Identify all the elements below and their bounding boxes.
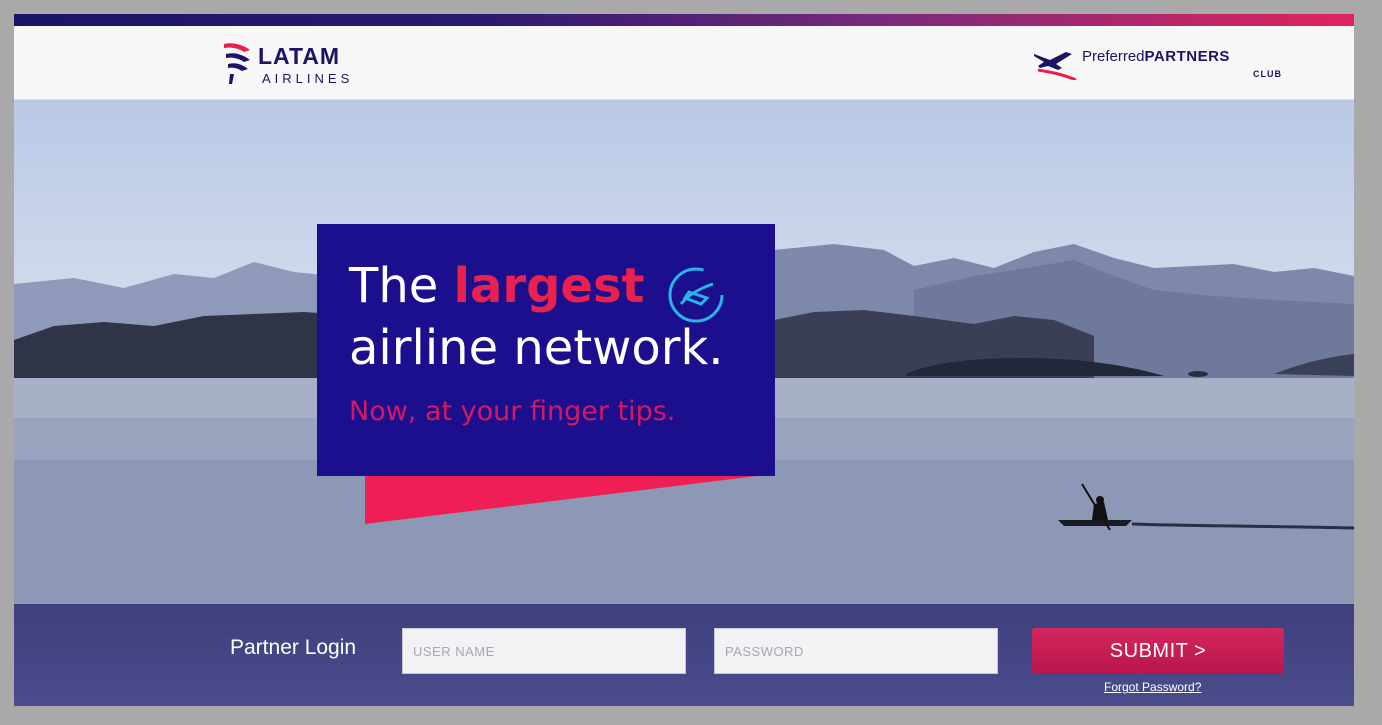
- partners-logo-club: CLUB: [1253, 69, 1282, 79]
- globe-plane-icon: [668, 267, 724, 323]
- partners-logo-main: PARTNERS: [1144, 48, 1230, 65]
- promo-headline-line2: airline network.: [349, 320, 724, 376]
- password-input[interactable]: [714, 628, 998, 674]
- top-gradient-bar: [14, 14, 1354, 26]
- partners-logo-text: PreferredPARTNERS: [1082, 48, 1230, 65]
- preferred-partners-logo[interactable]: PreferredPARTNERS CLUB: [1032, 44, 1282, 88]
- promo-headline-accent: largest: [453, 258, 645, 314]
- promo-headline-line1: The largest: [349, 258, 645, 314]
- latam-subtitle: AIRLINES: [262, 71, 354, 86]
- partner-login-label: Partner Login: [230, 636, 357, 659]
- submit-button[interactable]: SUBMIT >: [1032, 628, 1284, 674]
- latam-wordmark: LATAM: [258, 43, 341, 69]
- username-input[interactable]: [402, 628, 686, 674]
- latam-logo[interactable]: LATAM AIRLINES: [222, 40, 392, 90]
- partner-login-bar: Partner Login SUBMIT > Forgot Password?: [14, 604, 1354, 706]
- promo-headline-start: The: [349, 258, 439, 314]
- promo-tagline: Now, at your finger tips.: [349, 396, 676, 427]
- promo-banner: The largest airline network. Now, at you…: [317, 224, 775, 476]
- page-frame: LATAM AIRLINES PreferredPARTNERS CLUB Th…: [14, 14, 1354, 706]
- promo-red-ribbon: [365, 476, 757, 524]
- hero-image: The largest airline network. Now, at you…: [14, 100, 1354, 604]
- partners-logo-prefix: Preferred: [1082, 48, 1145, 65]
- latam-logo-icon: [224, 43, 250, 84]
- header: LATAM AIRLINES PreferredPARTNERS CLUB: [14, 26, 1354, 100]
- forgot-password-link[interactable]: Forgot Password?: [1104, 680, 1201, 694]
- partners-plane-icon: [1034, 52, 1077, 80]
